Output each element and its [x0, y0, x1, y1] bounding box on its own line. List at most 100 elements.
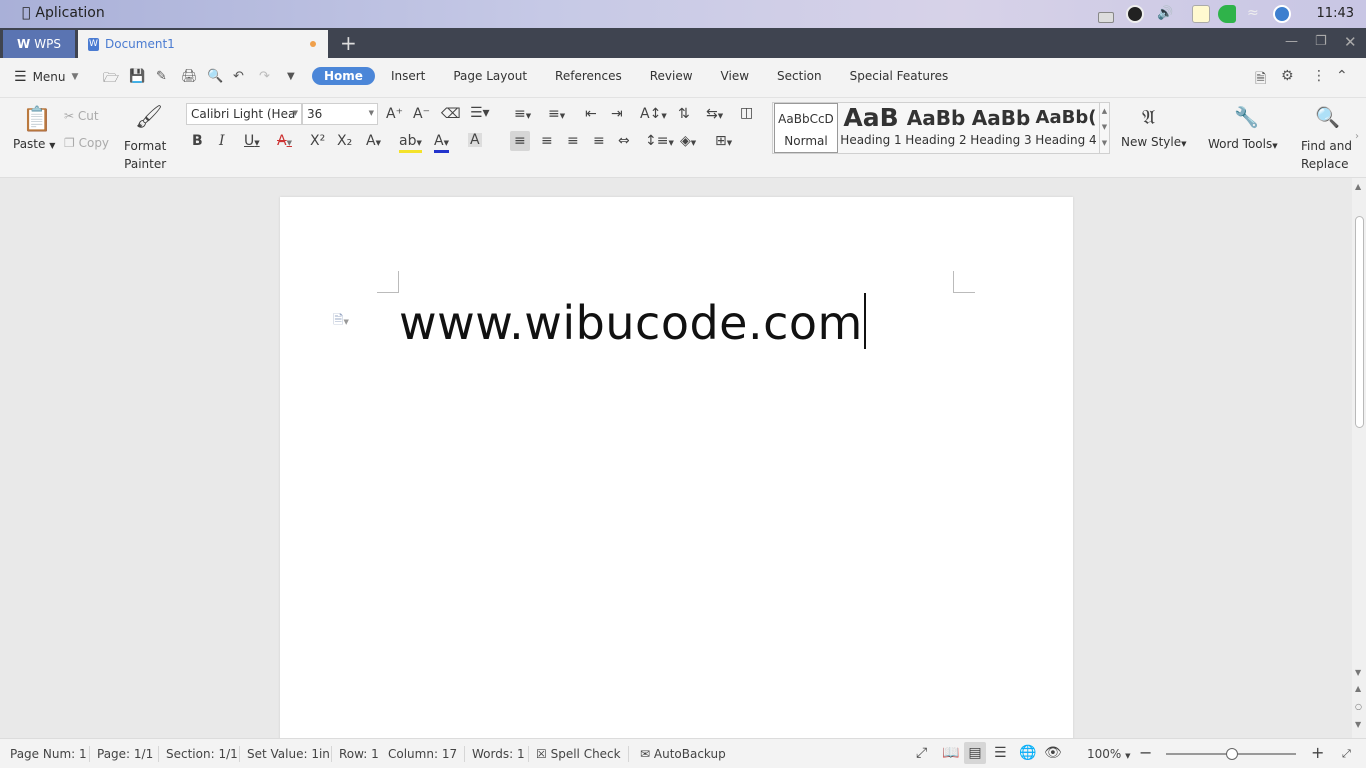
align-left-icon[interactable]: ≡ [510, 131, 530, 151]
paragraph-options-icon[interactable]: 🗎▼ [333, 311, 349, 333]
redo-icon[interactable]: ↷ [259, 69, 270, 84]
tab-home[interactable]: Home [312, 67, 375, 85]
italic-icon[interactable]: I [219, 134, 225, 148]
copy-button[interactable]: ❐ Copy [64, 136, 109, 150]
save-icon[interactable]: 💾 [129, 69, 145, 84]
styles-scroll[interactable]: ▲ ▼ ▼ [1099, 103, 1109, 153]
style-normal[interactable]: AaBbCcD Normal [774, 103, 838, 153]
collapse-ribbon-icon[interactable]: ⌃ [1336, 68, 1348, 84]
wifi-icon[interactable]: ≈ [1247, 5, 1267, 23]
new-style-icon[interactable]: 𝔄 [1142, 106, 1155, 128]
web-layout-icon[interactable]: 🌐 [1019, 745, 1036, 761]
text-effects-icon[interactable]: A▼ [366, 134, 381, 150]
settings-gear-icon[interactable]: ⚙ [1281, 68, 1294, 84]
tab-view[interactable]: View [707, 67, 763, 85]
notes-icon[interactable] [1192, 5, 1210, 23]
wps-button[interactable]: W WPS [3, 30, 75, 58]
close-icon[interactable]: ✕ [1344, 33, 1357, 51]
bold-icon[interactable]: B [192, 134, 203, 148]
bullets-icon[interactable]: ≡▼ [514, 107, 531, 123]
font-size-select[interactable]: 36 ▼ [302, 103, 378, 125]
zoom-slider-handle[interactable] [1226, 748, 1238, 760]
phonetic-guide-icon[interactable]: ☰▾ [470, 106, 490, 120]
distributed-icon[interactable]: ⇔ [618, 134, 630, 148]
status-expand-icon[interactable]: ⤢ [1342, 747, 1351, 761]
zoom-out-icon[interactable]: − [1139, 743, 1152, 762]
clear-format-icon[interactable]: ⌫ [441, 107, 461, 121]
paste-icon[interactable]: 📋 [22, 106, 52, 132]
customize-quick-access-icon[interactable]: ▼ [287, 71, 295, 82]
tab-page-layout[interactable]: Page Layout [439, 67, 541, 85]
undo-icon[interactable]: ↶ [233, 69, 244, 84]
new-tab-button[interactable]: + [340, 31, 357, 55]
numbering-icon[interactable]: ≡▼ [548, 107, 565, 123]
strikethrough-icon[interactable]: A▼ [277, 134, 292, 150]
fullscreen-icon[interactable]: ⤢ [916, 745, 927, 761]
zoom-select[interactable]: 100% ▼ [1087, 747, 1131, 761]
shading-icon[interactable]: ◈▼ [680, 134, 696, 150]
superscript-icon[interactable]: X² [310, 134, 325, 148]
document-icon[interactable]: 🗎 [1255, 68, 1266, 92]
tab-section[interactable]: Section [763, 67, 836, 85]
scroll-up-icon[interactable]: ▲ [1355, 182, 1361, 191]
eye-protection-icon[interactable]: 👁 [1044, 745, 1062, 761]
chat-icon[interactable] [1273, 5, 1291, 23]
page-mode-icon[interactable]: ▤ [964, 742, 986, 764]
character-shading-icon[interactable]: A [468, 133, 482, 147]
print-icon[interactable]: 🖨 [181, 69, 198, 84]
borders-icon[interactable]: ⊞▼ [715, 134, 732, 150]
style-heading-4[interactable]: AaBb( Heading 4 [1034, 103, 1098, 147]
document-body-text[interactable]: www.wibucode.com [399, 293, 866, 350]
decrease-indent-icon[interactable]: ⇤ [585, 107, 597, 121]
spell-check-button[interactable]: ☒ Spell Check [536, 747, 621, 761]
sort-icon[interactable]: ⇅ [678, 107, 690, 121]
font-name-select[interactable]: Calibri Light (Hea ▼ [186, 103, 302, 125]
tab-special-features[interactable]: Special Features [836, 67, 963, 85]
next-page-icon[interactable]: ▼ [1355, 720, 1361, 729]
find-icon[interactable]: 🔍 [1315, 106, 1340, 128]
align-right-icon[interactable]: ≡ [567, 134, 579, 148]
style-heading-3[interactable]: AaBb Heading 3 [969, 103, 1033, 147]
outline-mode-icon[interactable]: ☰ [994, 745, 1007, 761]
highlight-icon[interactable]: ab▼ [399, 134, 422, 153]
dropbox-like-icon[interactable] [1126, 5, 1144, 23]
autobackup-button[interactable]: ✉ AutoBackup [640, 747, 726, 761]
clock[interactable]: 11:43 [1317, 6, 1354, 21]
grow-font-icon[interactable]: A⁺ [386, 107, 403, 121]
font-color-icon[interactable]: A▼ [434, 134, 449, 153]
format-painter-icon[interactable]: 🖌 [135, 106, 163, 130]
scroll-down-icon[interactable]: ▼ [1355, 668, 1361, 677]
window-icon[interactable] [1098, 12, 1114, 23]
change-case-icon[interactable]: A↕▼ [640, 107, 667, 123]
main-menu-button[interactable]: ☰ Menu ▼ [14, 69, 78, 85]
status-column[interactable]: Column: 17 [388, 747, 457, 761]
format-painter-button[interactable]: Format Painter [124, 137, 166, 173]
wrench-icon[interactable]: 🔧 [1234, 106, 1259, 128]
scrollbar-thumb[interactable] [1355, 216, 1364, 428]
tab-review[interactable]: Review [636, 67, 707, 85]
table-layout-icon[interactable]: ◫ [740, 106, 753, 120]
paste-button[interactable]: Paste ▼ [13, 137, 55, 151]
align-center-icon[interactable]: ≡ [541, 134, 553, 148]
minimize-icon[interactable]: — [1285, 34, 1298, 49]
line-spacing-icon[interactable]: ↕≡▼ [645, 134, 674, 150]
word-tools-button[interactable]: Word Tools▼ [1208, 137, 1278, 151]
tab-insert[interactable]: Insert [375, 67, 439, 85]
increase-indent-icon[interactable]: ⇥ [611, 107, 623, 121]
restore-icon[interactable]: ❐ [1315, 34, 1327, 49]
underline-icon[interactable]: U▼ [244, 134, 260, 150]
status-set-value[interactable]: Set Value: 1in [247, 747, 330, 761]
zoom-in-icon[interactable]: + [1311, 743, 1324, 762]
previous-page-icon[interactable]: ▲ [1355, 684, 1361, 693]
zoom-slider[interactable] [1166, 748, 1296, 760]
vertical-scrollbar[interactable]: ▲ ▼ ▲ ○ ▼ [1352, 178, 1366, 738]
status-page[interactable]: Page: 1/1 [97, 747, 153, 761]
document-page[interactable]: 🗎▼ www.wibucode.com [280, 197, 1073, 738]
status-section[interactable]: Section: 1/1 [166, 747, 238, 761]
print-preview-icon[interactable]: 🔍 [207, 69, 223, 84]
subscript-icon[interactable]: X₂ [337, 134, 352, 148]
ribbon-scroll-right-icon[interactable]: › [1355, 130, 1359, 144]
find-replace-button[interactable]: Find and Replace [1301, 137, 1352, 173]
status-words[interactable]: Words: 1 [472, 747, 525, 761]
show-hide-icon[interactable]: ⇆▼ [706, 107, 723, 123]
